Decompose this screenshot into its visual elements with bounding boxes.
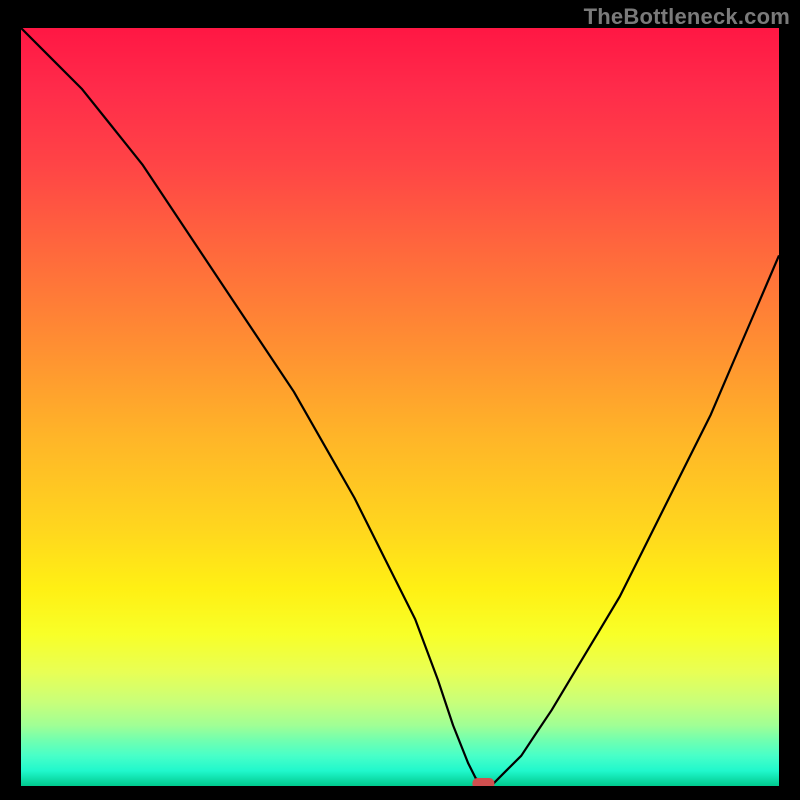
curve-left-branch: [21, 28, 491, 786]
chart-frame: TheBottleneck.com: [0, 0, 800, 800]
minimum-marker: [472, 778, 494, 786]
plot-svg: [21, 28, 779, 786]
watermark-text: TheBottleneck.com: [584, 4, 790, 30]
curve-right-branch: [491, 255, 779, 786]
plot-area: [21, 28, 779, 786]
